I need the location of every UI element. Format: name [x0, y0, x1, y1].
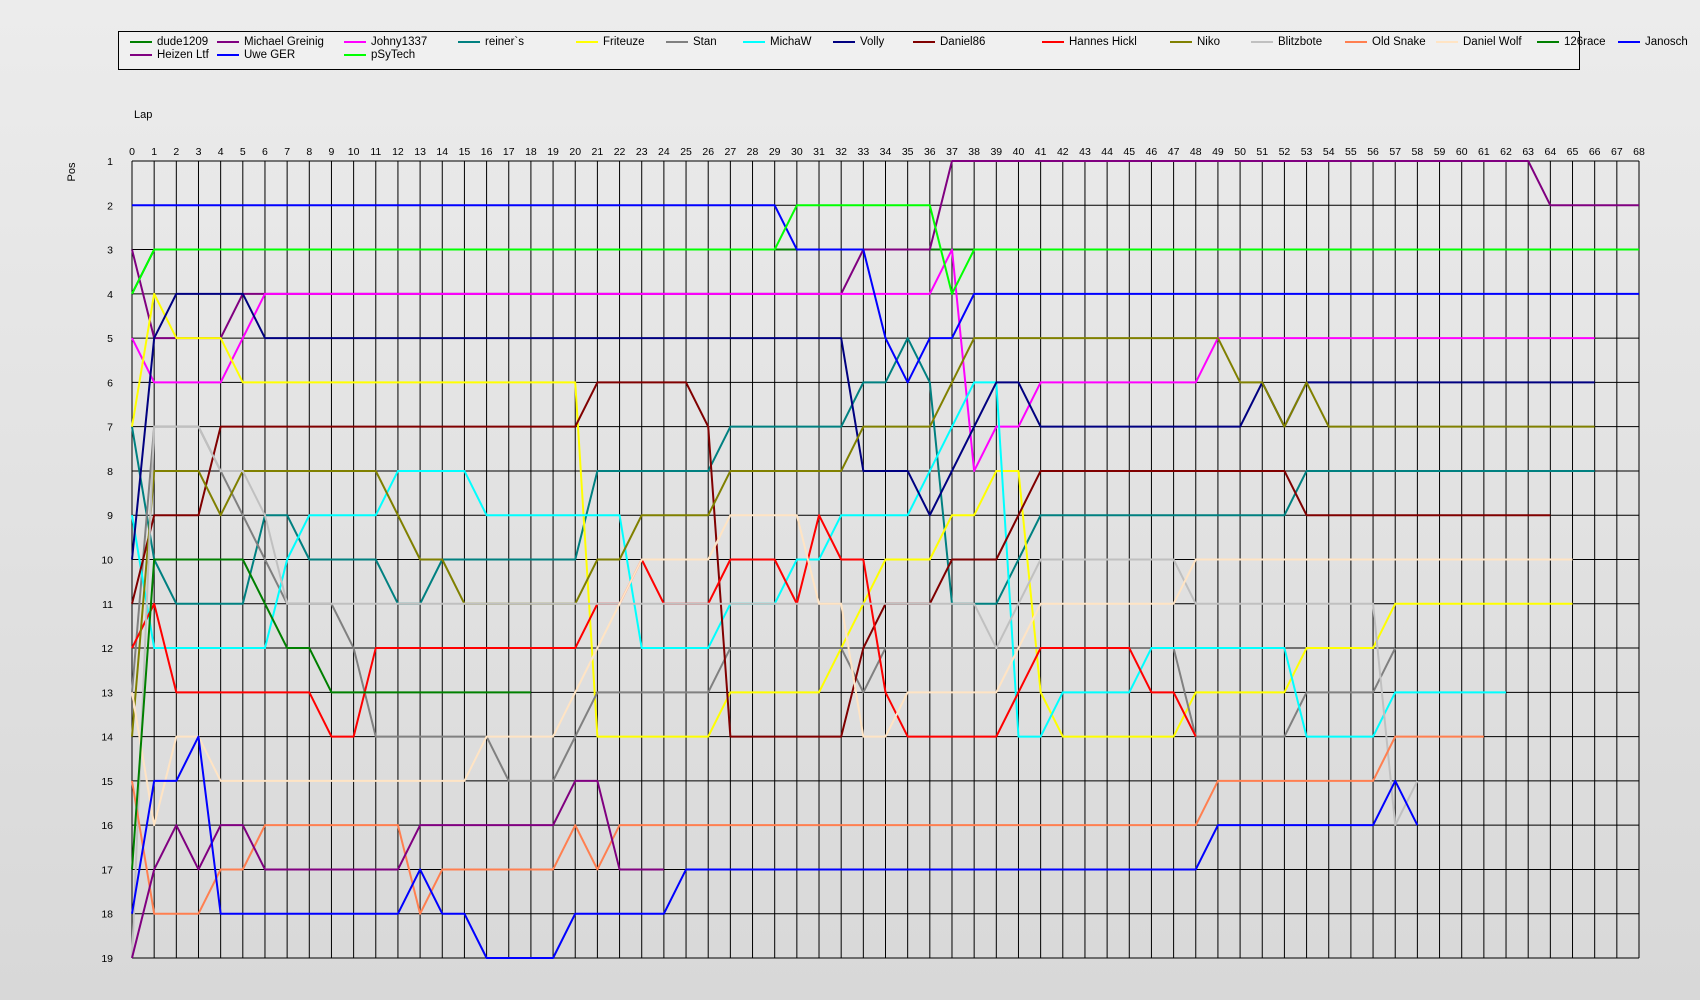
x-tick-label: 39: [990, 146, 1002, 158]
x-axis-label: Lap: [134, 109, 152, 121]
x-tick-label: 29: [769, 146, 781, 158]
x-tick-label: 61: [1478, 146, 1490, 158]
x-tick-label: 23: [636, 146, 648, 158]
x-tick-label: 57: [1389, 146, 1401, 158]
x-tick-label: 44: [1101, 146, 1113, 158]
x-ticks: 0 1 2 3 4 5 6 7 8 9 10 11 12 13 14 15 16 17 18 19 20 21 22 23 24…: [129, 146, 1645, 158]
y-tick-label: 11: [102, 599, 113, 611]
y-tick-label: 3: [107, 245, 113, 257]
x-tick-label: 52: [1279, 146, 1291, 158]
x-tick-label: 56: [1367, 146, 1379, 158]
y-axis-label: Pos: [66, 162, 78, 181]
x-tick-label: 32: [835, 146, 847, 158]
x-tick-label: 10: [348, 146, 360, 158]
x-tick-label: 30: [791, 146, 803, 158]
x-tick-label: 36: [924, 146, 936, 158]
x-tick-label: 3: [196, 146, 202, 158]
y-tick-label: 13: [101, 687, 113, 699]
x-tick-label: 59: [1434, 146, 1446, 158]
x-tick-label: 55: [1345, 146, 1357, 158]
x-tick-label: 15: [459, 146, 471, 158]
y-tick-label: 12: [101, 643, 113, 655]
y-tick-label: 19: [101, 953, 113, 965]
y-tick-label: 18: [101, 909, 113, 921]
x-tick-label: 1: [151, 146, 157, 158]
x-tick-label: 33: [857, 146, 869, 158]
x-tick-label: 50: [1234, 146, 1246, 158]
y-tick-label: 16: [101, 820, 113, 832]
series-line: [131, 514, 1573, 827]
x-tick-label: 64: [1545, 146, 1557, 158]
x-tick-label: 37: [946, 146, 958, 158]
x-tick-label: 40: [1013, 146, 1025, 158]
x-tick-label: 47: [1168, 146, 1180, 158]
x-tick-label: 5: [240, 146, 246, 158]
x-tick-label: 6: [262, 146, 268, 158]
x-tick-label: 43: [1079, 146, 1091, 158]
x-tick-label: 17: [503, 146, 515, 158]
y-tick-label: 7: [107, 422, 113, 434]
race-position-chart: dude1209 Michael Greinig Johny1337 reiner`s…: [0, 0, 1700, 1000]
x-tick-label: 41: [1035, 146, 1047, 158]
x-tick-label: 45: [1123, 146, 1135, 158]
y-tick-label: 2: [107, 200, 113, 212]
x-tick-label: 0: [129, 146, 135, 158]
x-tick-label: 7: [284, 146, 290, 158]
y-tick-label: 15: [101, 776, 113, 788]
x-tick-label: 16: [481, 146, 493, 158]
x-tick-label: 28: [747, 146, 759, 158]
x-tick-label: 14: [436, 146, 448, 158]
x-tick-label: 9: [329, 146, 335, 158]
chart-plot: Pos Lap 0 1 2 3 4 5 6 7 8 9 10 11 12 13 14 15 16 17 18 19 20…: [66, 109, 1645, 965]
y-tick-label: 14: [101, 732, 113, 744]
x-tick-label: 65: [1567, 146, 1579, 158]
x-tick-label: 62: [1500, 146, 1512, 158]
x-tick-label: 24: [658, 146, 670, 158]
x-tick-label: 27: [725, 146, 737, 158]
x-tick-label: 21: [592, 146, 604, 158]
y-tick-label: 4: [107, 289, 113, 301]
x-tick-label: 34: [880, 146, 892, 158]
x-tick-label: 53: [1301, 146, 1313, 158]
x-tick-label: 67: [1611, 146, 1623, 158]
x-tick-label: 48: [1190, 146, 1202, 158]
y-tick-label: 5: [107, 333, 113, 345]
y-tick-label: 10: [101, 555, 113, 567]
x-tick-label: 38: [968, 146, 980, 158]
x-tick-label: 8: [306, 146, 312, 158]
x-tick-label: 18: [525, 146, 537, 158]
y-tick-label: 8: [107, 466, 113, 478]
y-tick-label: 17: [101, 864, 113, 876]
x-tick-label: 2: [173, 146, 179, 158]
x-tick-label: 46: [1146, 146, 1158, 158]
y-tick-label: 9: [107, 510, 113, 522]
x-tick-label: 68: [1633, 146, 1645, 158]
x-tick-label: 26: [702, 146, 714, 158]
x-tick-label: 11: [370, 146, 381, 158]
y-tick-label: 1: [107, 156, 113, 168]
x-tick-label: 4: [218, 146, 224, 158]
x-tick-label: 42: [1057, 146, 1069, 158]
y-ticks: 12345678910111213141516171819: [101, 156, 113, 965]
x-tick-label: 35: [902, 146, 914, 158]
x-tick-label: 54: [1323, 146, 1335, 158]
x-tick-label: 20: [569, 146, 581, 158]
x-tick-label: 66: [1589, 146, 1601, 158]
y-tick-label: 6: [107, 377, 113, 389]
x-tick-label: 60: [1456, 146, 1468, 158]
x-tick-label: 25: [680, 146, 692, 158]
x-tick-label: 31: [813, 146, 825, 158]
x-tick-label: 58: [1412, 146, 1424, 158]
x-tick-label: 19: [547, 146, 559, 158]
x-tick-label: 22: [614, 146, 626, 158]
x-tick-label: 49: [1212, 146, 1224, 158]
x-tick-label: 12: [392, 146, 404, 158]
x-tick-label: 51: [1256, 146, 1268, 158]
x-tick-label: 13: [414, 146, 426, 158]
x-tick-label: 63: [1522, 146, 1534, 158]
